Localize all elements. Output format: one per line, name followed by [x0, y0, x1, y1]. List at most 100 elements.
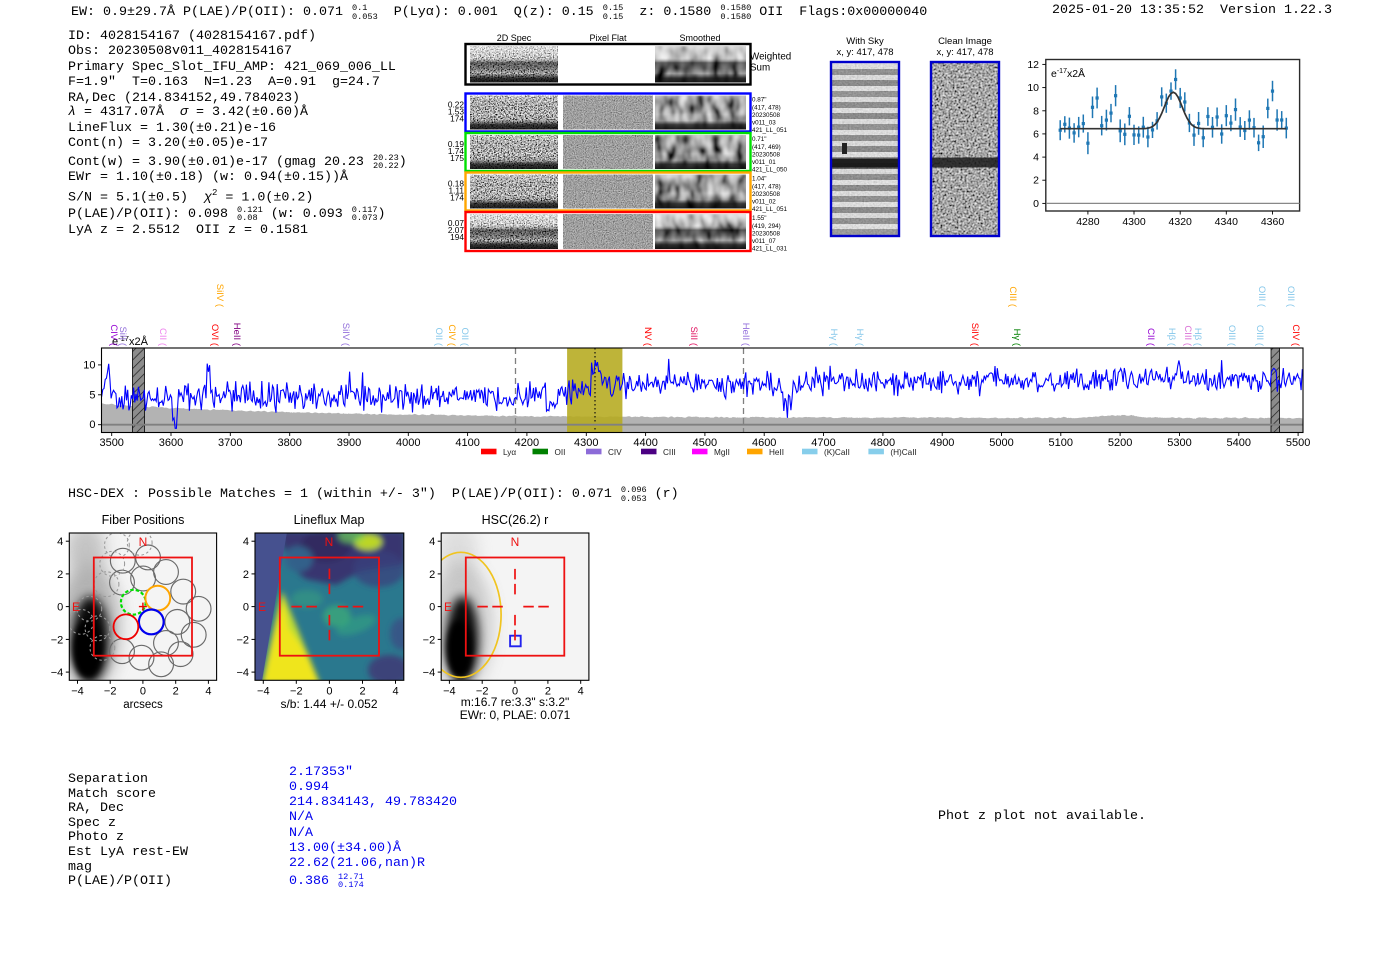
svg-text:OIII (: OIII ( [1285, 286, 1296, 308]
svg-text:N: N [325, 535, 334, 549]
svg-text:−2: −2 [51, 634, 64, 646]
svg-text:EWr: 0, PLAE: 0.071: EWr: 0, PLAE: 0.071 [460, 708, 571, 722]
svg-text:(417, 469): (417, 469) [752, 144, 781, 151]
svg-text:e-17x2Å: e-17x2Å [1051, 67, 1085, 80]
svg-text:−4: −4 [423, 667, 436, 679]
svg-text:CIV: CIV [608, 448, 622, 457]
svg-text:CII (: CII ( [1145, 328, 1156, 347]
svg-text:SiIV (: SiIV ( [214, 284, 225, 308]
svg-text:−2: −2 [236, 634, 249, 646]
svg-text:6: 6 [1033, 128, 1039, 140]
svg-text:5500: 5500 [1286, 437, 1310, 449]
svg-text:3900: 3900 [337, 437, 361, 449]
svg-text:2: 2 [429, 569, 435, 581]
svg-text:E: E [258, 600, 266, 614]
svg-text:10: 10 [1027, 82, 1039, 94]
svg-text:Lyα: Lyα [503, 448, 516, 457]
svg-text:4320: 4320 [1169, 216, 1193, 228]
svg-text:5400: 5400 [1227, 437, 1251, 449]
svg-text:CII (: CII ( [157, 328, 168, 347]
svg-text:−4: −4 [51, 667, 64, 679]
svg-text:Hγ (: Hγ ( [1011, 329, 1022, 347]
svg-text:Hγ (: Hγ ( [854, 329, 865, 347]
svg-text:175: 175 [450, 153, 464, 163]
svg-text:174: 174 [450, 114, 464, 124]
svg-text:CIII (: CIII ( [1007, 286, 1018, 307]
svg-text:OII (: OII ( [459, 328, 470, 347]
svg-text:s/b: 1.44 +/- 0.052: s/b: 1.44 +/- 0.052 [280, 697, 377, 711]
svg-text:4100: 4100 [455, 437, 479, 449]
svg-text:−4: −4 [236, 667, 249, 679]
svg-text:OIII (: OIII ( [1226, 325, 1237, 347]
svg-text:2: 2 [1033, 175, 1039, 187]
svg-text:4200: 4200 [515, 437, 539, 449]
svg-text:−4: −4 [443, 685, 456, 697]
svg-text:421_LL_050: 421_LL_050 [752, 167, 788, 174]
svg-text:2: 2 [243, 569, 249, 581]
svg-text:NV (: NV ( [642, 327, 653, 347]
svg-text:3800: 3800 [277, 437, 301, 449]
svg-text:4300: 4300 [574, 437, 598, 449]
svg-text:Lineflux Map: Lineflux Map [294, 513, 365, 527]
svg-text:Pixel Flat: Pixel Flat [589, 33, 627, 43]
svg-text:20230508: 20230508 [752, 151, 781, 158]
svg-text:N: N [511, 535, 520, 549]
svg-text:4: 4 [243, 536, 249, 548]
svg-text:5200: 5200 [1108, 437, 1132, 449]
svg-text:174: 174 [450, 193, 464, 203]
svg-text:4340: 4340 [1215, 216, 1239, 228]
svg-text:(417, 478): (417, 478) [752, 104, 781, 111]
svg-text:4: 4 [57, 536, 63, 548]
svg-text:3700: 3700 [218, 437, 242, 449]
svg-text:421_LL_051: 421_LL_051 [752, 127, 788, 134]
svg-text:v011_02: v011_02 [752, 199, 776, 206]
svg-text:CIII: CIII [663, 448, 676, 457]
svg-text:x, y: 417, 478: x, y: 417, 478 [936, 47, 993, 58]
svg-text:Hβ (: Hβ ( [1192, 328, 1203, 347]
svg-text:3600: 3600 [159, 437, 183, 449]
svg-text:CIV (: CIV ( [1290, 324, 1301, 346]
svg-text:E: E [72, 600, 80, 614]
svg-text:v011_01: v011_01 [752, 159, 776, 166]
svg-text:4: 4 [578, 685, 584, 697]
svg-text:0: 0 [57, 602, 63, 614]
svg-text:CIII (: CIII ( [1182, 325, 1193, 346]
svg-text:5100: 5100 [1049, 437, 1073, 449]
svg-text:0: 0 [1033, 198, 1039, 210]
svg-text:m:16.7 re:3.3" s:3.2": m:16.7 re:3.3" s:3.2" [461, 695, 570, 709]
svg-text:0.71": 0.71" [752, 136, 767, 143]
svg-text:4400: 4400 [633, 437, 657, 449]
svg-text:(K)CaII: (K)CaII [824, 448, 850, 457]
svg-text:4900: 4900 [930, 437, 954, 449]
svg-text:Sum: Sum [750, 63, 770, 74]
svg-text:3500: 3500 [99, 437, 123, 449]
svg-text:OIII (: OIII ( [1254, 325, 1265, 347]
svg-text:5000: 5000 [989, 437, 1013, 449]
svg-text:HeII (: HeII ( [740, 323, 751, 347]
svg-text:−2: −2 [423, 634, 436, 646]
svg-text:arcsecs: arcsecs [123, 699, 163, 711]
svg-text:4: 4 [1033, 152, 1039, 164]
svg-text:421_LL_051: 421_LL_051 [752, 206, 788, 213]
svg-text:8: 8 [1033, 105, 1039, 117]
svg-text:4280: 4280 [1076, 216, 1100, 228]
svg-text:E: E [444, 600, 452, 614]
svg-text:MgII: MgII [714, 448, 730, 457]
svg-text:CIV (: CIV ( [446, 324, 457, 346]
svg-text:SiIV (: SiIV ( [969, 323, 980, 347]
svg-text:4: 4 [205, 685, 211, 697]
svg-text:−4: −4 [257, 685, 270, 697]
svg-text:4360: 4360 [1261, 216, 1285, 228]
svg-text:0: 0 [140, 685, 146, 697]
svg-text:SiII (: SiII ( [117, 326, 128, 346]
svg-text:x, y: 417, 478: x, y: 417, 478 [836, 47, 893, 58]
svg-text:4: 4 [392, 685, 398, 697]
svg-text:Weighted: Weighted [750, 52, 791, 63]
svg-text:v011_03: v011_03 [752, 120, 776, 127]
svg-text:0: 0 [326, 685, 332, 697]
svg-text:20230508: 20230508 [752, 191, 781, 198]
svg-text:2: 2 [57, 569, 63, 581]
svg-text:HSC(26.2) r: HSC(26.2) r [482, 513, 549, 527]
svg-text:Smoothed: Smoothed [679, 33, 720, 43]
svg-text:−4: −4 [71, 685, 84, 697]
